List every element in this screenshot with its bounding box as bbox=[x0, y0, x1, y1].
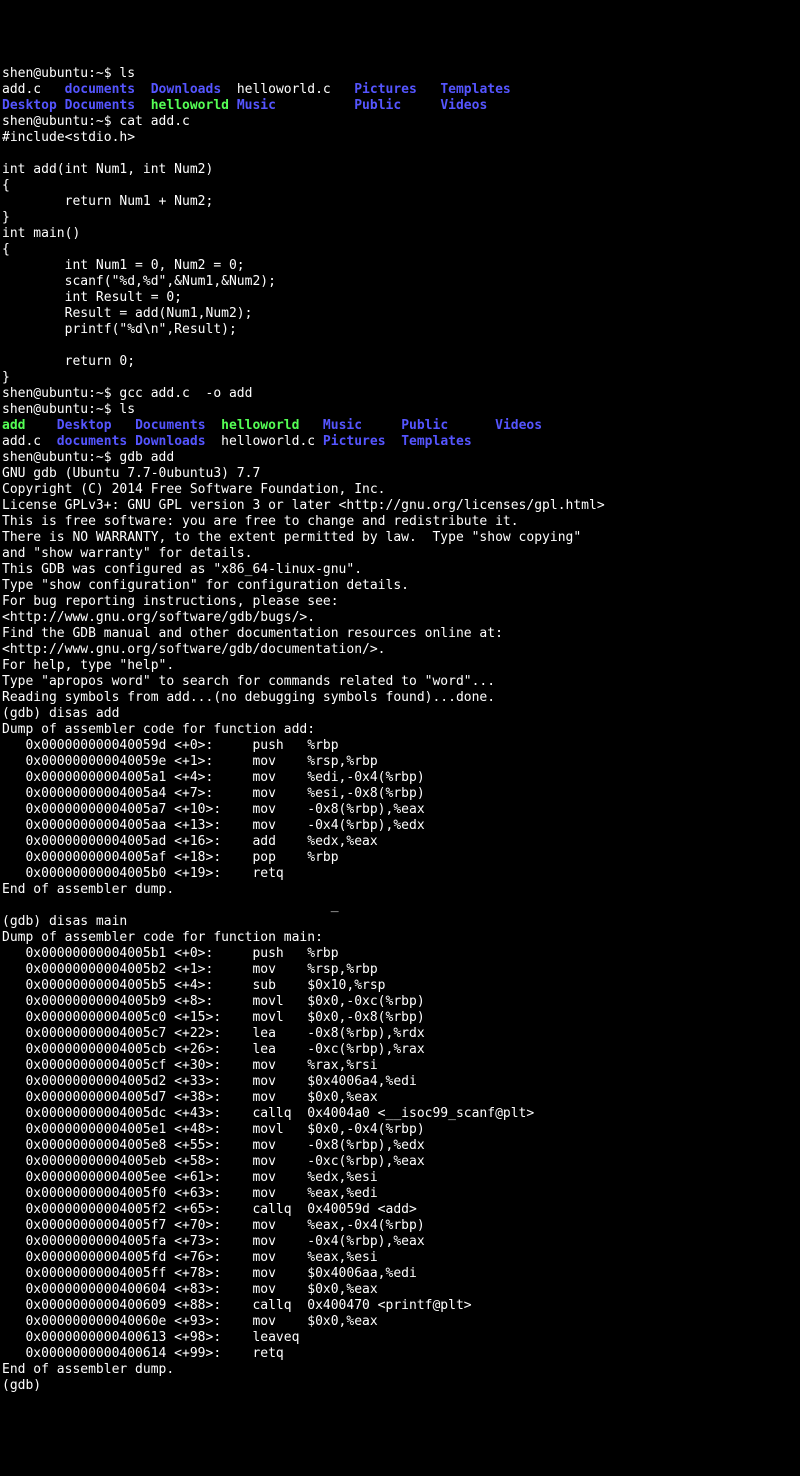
terminal-output[interactable]: shen@ubuntu:~$ ls add.c documents Downlo… bbox=[2, 66, 798, 1394]
